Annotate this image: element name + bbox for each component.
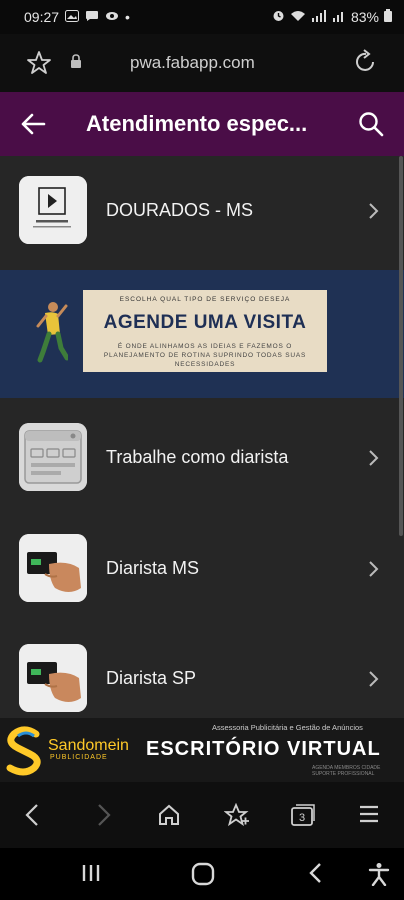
browser-url-bar: pwa.fabapp.com <box>0 34 404 92</box>
signal-icon <box>311 9 327 25</box>
tabs-icon[interactable]: 3 <box>290 803 316 832</box>
browser-forward-icon[interactable] <box>96 803 112 832</box>
system-back-icon[interactable] <box>308 862 324 889</box>
lock-icon <box>70 54 82 74</box>
system-home-icon[interactable] <box>191 862 215 891</box>
accessibility-icon[interactable] <box>368 862 390 891</box>
chevron-right-icon <box>368 202 380 225</box>
content-list[interactable]: DOURADOS - MS ESCOLHA QUAL TIPO DE SERVI… <box>0 156 404 718</box>
recent-apps-icon[interactable] <box>80 862 102 889</box>
scrollbar[interactable] <box>399 156 403 536</box>
banner-card: ESCOLHA QUAL TIPO DE SERVIÇO DESEJA AGEN… <box>83 290 327 372</box>
wifi-icon <box>290 10 306 25</box>
app-header: Atendimento espec... <box>0 92 404 156</box>
reload-icon[interactable] <box>352 49 378 80</box>
business-card-thumbnail <box>19 644 87 712</box>
page-title: Atendimento espec... <box>86 111 308 136</box>
list-item-dourados[interactable]: DOURADOS - MS <box>0 156 400 266</box>
ad-tagline: AGENDA MEMBROS CIDADE SUPORTE PROFISSION… <box>312 765 381 777</box>
back-arrow-icon[interactable] <box>20 112 46 141</box>
chat-icon <box>85 10 99 25</box>
ad-brand: Sandomein <box>48 737 129 754</box>
system-nav-bar <box>0 848 404 900</box>
banner-subtitle: ESCOLHA QUAL TIPO DE SERVIÇO DESEJA <box>119 296 291 303</box>
list-item-label: Diarista SP <box>106 668 197 688</box>
business-card-thumbnail <box>19 534 87 602</box>
form-thumbnail <box>19 423 87 491</box>
notification-dot: • <box>125 9 130 25</box>
dourados-thumbnail <box>19 176 87 244</box>
list-item-diarista-sp[interactable]: Diarista SP <box>0 624 400 718</box>
status-bar: 09:27 • 83% <box>0 0 404 34</box>
battery-icon <box>384 9 392 25</box>
list-item-label: Diarista MS <box>106 558 200 578</box>
chevron-right-icon <box>368 560 380 583</box>
gallery-icon <box>65 9 80 25</box>
list-item-diarista-ms[interactable]: Diarista MS <box>0 514 400 624</box>
search-icon[interactable] <box>358 111 384 142</box>
person-figure-icon <box>34 300 70 369</box>
eye-icon <box>105 10 119 25</box>
bookmark-star-icon[interactable] <box>26 50 52 81</box>
list-item-label: DOURADOS - MS <box>106 200 254 220</box>
bookmarks-icon[interactable] <box>223 802 250 834</box>
signal-icon-2 <box>332 10 346 25</box>
ad-brand-sub: PUBLICIDADE <box>50 754 108 761</box>
ad-small-text: Assessoria Publicitária e Gestão de Anún… <box>212 723 363 732</box>
list-item-label: Trabalhe como diarista <box>106 447 289 467</box>
sandomein-logo-icon <box>4 726 46 781</box>
alarm-icon <box>272 9 285 25</box>
status-time: 09:27 <box>24 9 60 25</box>
url-text[interactable]: pwa.fabapp.com <box>130 53 255 73</box>
ad-title: ESCRITÓRIO VIRTUAL <box>146 738 381 760</box>
banner-description: É ONDE ALINHAMOS AS IDEIAS E FAZEMOS O P… <box>103 343 307 368</box>
browser-bottom-nav: 3 <box>0 782 404 848</box>
browser-menu-icon[interactable] <box>358 803 380 830</box>
ad-banner[interactable]: Sandomein PUBLICIDADE Assessoria Publici… <box>0 718 404 782</box>
battery-text: 83% <box>350 9 379 25</box>
chevron-right-icon <box>368 670 380 693</box>
agende-visita-banner[interactable]: ESCOLHA QUAL TIPO DE SERVIÇO DESEJA AGEN… <box>0 270 404 398</box>
chevron-right-icon <box>368 449 380 472</box>
list-item-trabalhe[interactable]: Trabalhe como diarista <box>0 403 400 513</box>
browser-back-icon[interactable] <box>24 803 40 832</box>
banner-title: AGENDE UMA VISITA <box>103 312 307 333</box>
home-icon[interactable] <box>157 803 181 832</box>
svg-text:3: 3 <box>299 812 305 824</box>
